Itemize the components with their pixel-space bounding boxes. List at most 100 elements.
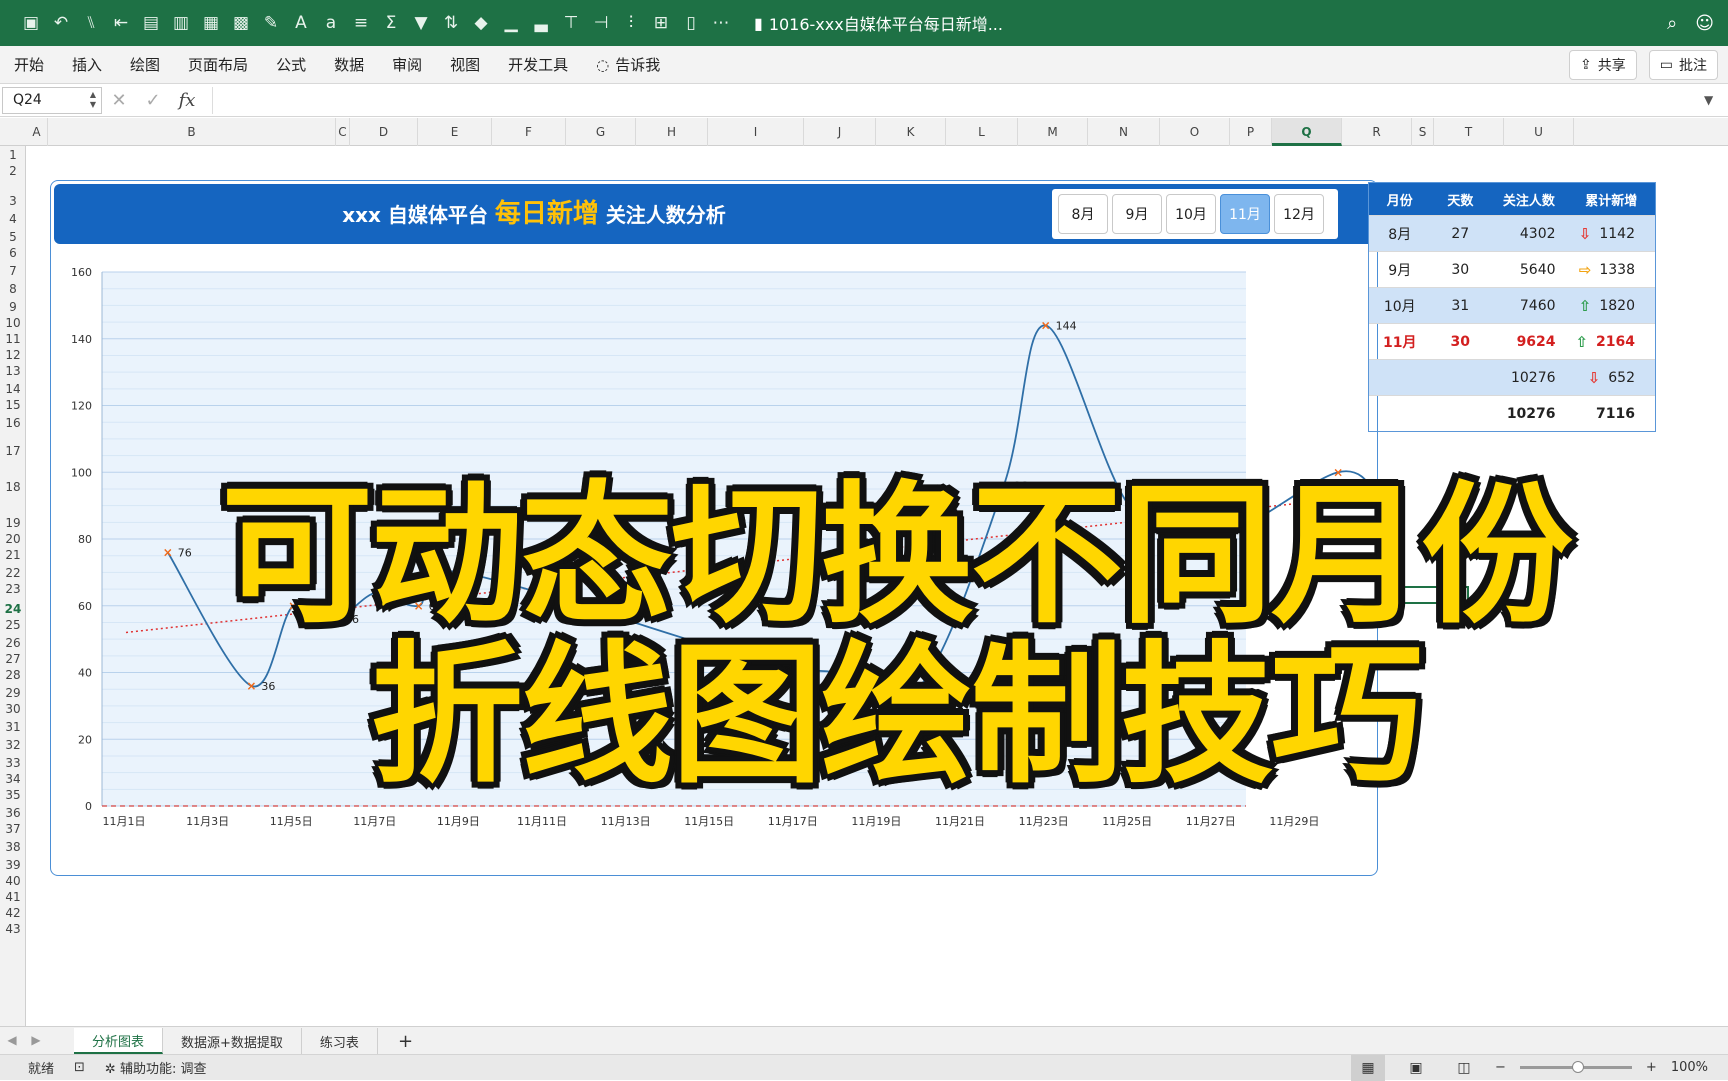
row-header-37[interactable]: 37 (0, 822, 26, 836)
row-header-26[interactable]: 26 (0, 636, 26, 650)
column-header-q[interactable]: Q (1272, 118, 1342, 146)
daily-followers-line-chart[interactable]: 0 20 40 60 80 100 120 140 160 11月1日 11月3日 11月5日 11月7… (46, 246, 1366, 866)
zoom-slider-thumb[interactable] (1571, 1061, 1584, 1073)
tab-draw[interactable]: 绘图 (116, 54, 174, 75)
row-header-17[interactable]: 17 (0, 444, 26, 458)
copy-icon[interactable]: ▥ (168, 10, 194, 36)
month-button-aug[interactable]: 8月 (1058, 194, 1108, 234)
name-box[interactable]: Q24 ▲ ▼ (2, 86, 102, 114)
align-top-icon[interactable]: ⊤ (558, 10, 584, 36)
row-header-3[interactable]: 3 (0, 194, 26, 208)
tab-page-layout[interactable]: 页面布局 (174, 54, 262, 75)
row-header-28[interactable]: 28 (0, 668, 26, 682)
more-icon[interactable]: ⋯ (708, 10, 734, 36)
column-header-b[interactable]: B (48, 118, 336, 146)
row-header-22[interactable]: 22 (0, 566, 26, 580)
row-header-38[interactable]: 38 (0, 840, 26, 854)
cancel-icon[interactable]: ✕ (102, 90, 136, 111)
row-header-8[interactable]: 8 (0, 282, 26, 296)
tab-formulas[interactable]: 公式 (262, 54, 320, 75)
row-header-43[interactable]: 43 (0, 922, 26, 936)
row-header-34[interactable]: 34 (0, 772, 26, 786)
row-header-16[interactable]: 16 (0, 416, 26, 430)
row-header-35[interactable]: 35 (0, 788, 26, 802)
name-box-spinner-icon[interactable]: ▲ ▼ (90, 90, 96, 110)
row-header-25[interactable]: 25 (0, 618, 26, 632)
row-header-13[interactable]: 13 (0, 364, 26, 378)
font-increase-icon[interactable]: A (288, 10, 314, 36)
row-header-39[interactable]: 39 (0, 858, 26, 872)
column-header-f[interactable]: F (492, 118, 566, 146)
row-header-31[interactable]: 31 (0, 720, 26, 734)
tab-view[interactable]: 视图 (436, 54, 494, 75)
column-header-k[interactable]: K (876, 118, 946, 146)
share-button[interactable]: ⇪ 共享 (1569, 49, 1637, 80)
macro-record-icon[interactable]: ⊡ (74, 1060, 85, 1075)
column-header-m[interactable]: M (1018, 118, 1088, 146)
row-header-27[interactable]: 27 (0, 652, 26, 666)
month-button-nov[interactable]: 11月 (1220, 194, 1270, 234)
next-sheet-icon[interactable]: ▶ (24, 1026, 48, 1054)
brush-icon[interactable]: ✎ (258, 10, 284, 36)
month-button-dec[interactable]: 12月 (1274, 194, 1324, 234)
zoom-level[interactable]: 100% (1671, 1060, 1708, 1075)
row-header-29[interactable]: 29 (0, 686, 26, 700)
row-header-41[interactable]: 41 (0, 890, 26, 904)
indent-icon[interactable]: ⇤ (108, 10, 134, 36)
page-break-view-icon[interactable]: ◫ (1447, 1055, 1481, 1081)
pivot-icon[interactable]: ⊞ (648, 10, 674, 36)
column-header-u[interactable]: U (1504, 118, 1574, 146)
sheet-tab-analysis[interactable]: 分析图表 (74, 1028, 164, 1054)
formula-input[interactable] (212, 86, 1704, 114)
row-header-4[interactable]: 4 (0, 212, 26, 226)
search-icon[interactable]: ⌕ (1667, 13, 1677, 34)
accessibility-status[interactable]: ✲ 辅助功能: 调查 (105, 1058, 207, 1077)
sum-icon[interactable]: Σ (378, 10, 404, 36)
column-header-j[interactable]: J (804, 118, 876, 146)
column-header-n[interactable]: N (1088, 118, 1160, 146)
tab-data[interactable]: 数据 (320, 54, 378, 75)
row-header-2[interactable]: 2 (0, 164, 26, 178)
row-header-10[interactable]: 10 (0, 316, 26, 330)
undo-icon[interactable]: ↶ (48, 10, 74, 36)
column-header-h[interactable]: H (636, 118, 708, 146)
save-icon[interactable]: ▣ (18, 10, 44, 36)
column-header-g[interactable]: G (566, 118, 636, 146)
tab-review[interactable]: 审阅 (378, 54, 436, 75)
row-header-5[interactable]: 5 (0, 230, 26, 244)
shapes-icon[interactable]: ◆ (468, 10, 494, 36)
row-header-21[interactable]: 21 (0, 548, 26, 562)
font-decrease-icon[interactable]: a (318, 10, 344, 36)
tell-me-button[interactable]: ◌ 告诉我 (582, 54, 674, 75)
prev-sheet-icon[interactable]: ◀ (0, 1026, 24, 1054)
add-sheet-button[interactable]: + (378, 1028, 433, 1054)
tab-insert[interactable]: 插入 (58, 54, 116, 75)
selected-cell-q24[interactable] (1396, 586, 1471, 606)
row-header-11[interactable]: 11 (0, 332, 26, 346)
filter-icon[interactable]: ▼ (408, 10, 434, 36)
sheet-tab-data-source[interactable]: 数据源+数据提取 (163, 1028, 302, 1054)
row-header-9[interactable]: 9 (0, 300, 26, 314)
column-header-d[interactable]: D (350, 118, 418, 146)
zoom-slider[interactable] (1519, 1061, 1632, 1073)
column-header-p[interactable]: P (1230, 118, 1272, 146)
row-header-42[interactable]: 42 (0, 906, 26, 920)
column-header-e[interactable]: E (418, 118, 492, 146)
align-icon[interactable]: ≡ (348, 10, 374, 36)
column-header-i[interactable]: I (708, 118, 804, 146)
page-layout-view-icon[interactable]: ▣ (1399, 1055, 1433, 1081)
row-header-23[interactable]: 23 (0, 582, 26, 596)
chart-icon[interactable]: ▁ (498, 10, 524, 36)
row-header-24[interactable]: 24 (0, 602, 26, 616)
row-header-30[interactable]: 30 (0, 702, 26, 716)
column-header-a[interactable]: A (26, 118, 48, 146)
comments-button[interactable]: ▭ 批注 (1648, 49, 1718, 80)
table-icon[interactable]: ▦ (198, 10, 224, 36)
account-icon[interactable]: ☺ (1695, 13, 1714, 34)
row-header-15[interactable]: 15 (0, 398, 26, 412)
month-button-sep[interactable]: 9月 (1112, 194, 1162, 234)
zoom-out-icon[interactable]: − (1495, 1060, 1506, 1075)
column-header-s[interactable]: S (1412, 118, 1434, 146)
grid-icon[interactable]: ▩ (228, 10, 254, 36)
confirm-icon[interactable]: ✓ (136, 90, 170, 111)
